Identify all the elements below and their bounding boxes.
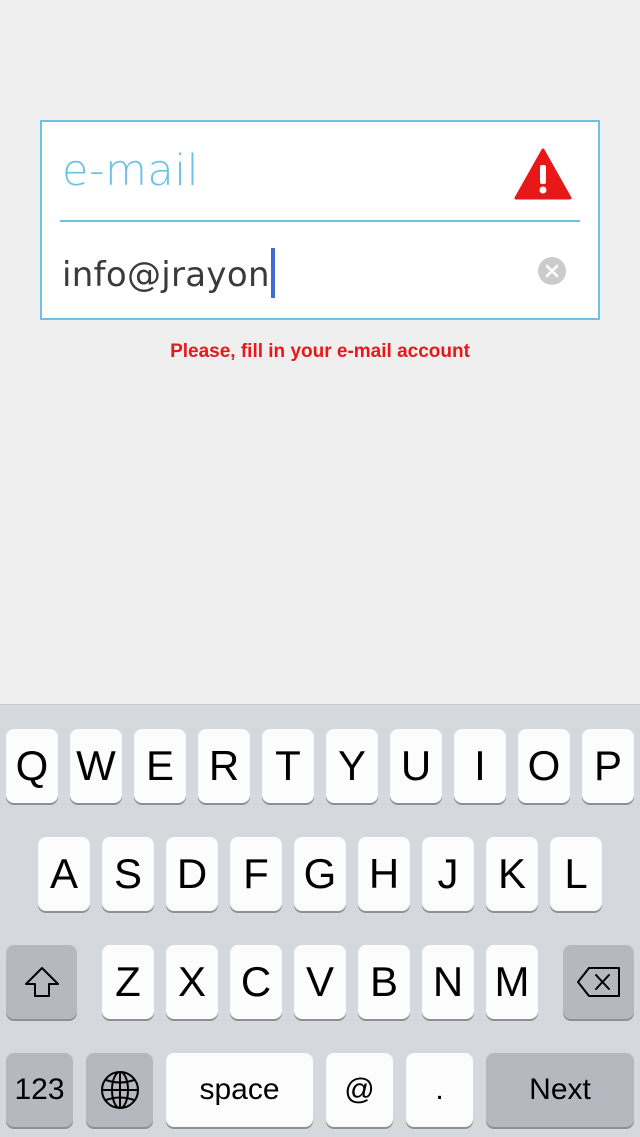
key-c[interactable]: C bbox=[230, 945, 282, 1019]
key-x[interactable]: X bbox=[166, 945, 218, 1019]
key-u[interactable]: U bbox=[390, 729, 442, 803]
email-card: e-mail info@jrayon bbox=[40, 120, 600, 320]
key-o[interactable]: O bbox=[518, 729, 570, 803]
key-z[interactable]: Z bbox=[102, 945, 154, 1019]
key-a[interactable]: A bbox=[38, 837, 90, 911]
at-key[interactable]: @ bbox=[326, 1053, 393, 1127]
keyboard: QWERTYUIOP ASDFGHJKL ZXCVBNM 123 space @… bbox=[0, 704, 640, 1137]
key-f[interactable]: F bbox=[230, 837, 282, 911]
key-l[interactable]: L bbox=[550, 837, 602, 911]
numbers-key[interactable]: 123 bbox=[6, 1053, 73, 1127]
backspace-icon bbox=[576, 967, 620, 997]
key-q[interactable]: Q bbox=[6, 729, 58, 803]
backspace-key[interactable] bbox=[563, 945, 634, 1019]
error-message: Please, fill in your e-mail account bbox=[170, 341, 470, 362]
key-v[interactable]: V bbox=[294, 945, 346, 1019]
key-i[interactable]: I bbox=[454, 729, 506, 803]
key-k[interactable]: K bbox=[486, 837, 538, 911]
globe-key[interactable] bbox=[86, 1053, 153, 1127]
key-n[interactable]: N bbox=[422, 945, 474, 1019]
key-p[interactable]: P bbox=[582, 729, 634, 803]
email-input-value: info@jrayon bbox=[62, 255, 270, 295]
next-key[interactable]: Next bbox=[486, 1053, 634, 1127]
key-h[interactable]: H bbox=[358, 837, 410, 911]
key-s[interactable]: S bbox=[102, 837, 154, 911]
key-w[interactable]: W bbox=[70, 729, 122, 803]
key-r[interactable]: R bbox=[198, 729, 250, 803]
field-header: e-mail bbox=[60, 122, 580, 222]
email-input[interactable]: info@jrayon bbox=[60, 222, 580, 318]
key-j[interactable]: J bbox=[422, 837, 474, 911]
field-title: e-mail bbox=[62, 146, 200, 196]
key-e[interactable]: E bbox=[134, 729, 186, 803]
key-t[interactable]: T bbox=[262, 729, 314, 803]
shift-icon bbox=[24, 967, 59, 997]
clear-input-button[interactable] bbox=[538, 257, 566, 285]
key-g[interactable]: G bbox=[294, 837, 346, 911]
key-b[interactable]: B bbox=[358, 945, 410, 1019]
space-key[interactable]: space bbox=[166, 1053, 313, 1127]
shift-key[interactable] bbox=[6, 945, 77, 1019]
period-key[interactable]: . bbox=[406, 1053, 473, 1127]
globe-icon bbox=[100, 1071, 139, 1109]
key-m[interactable]: M bbox=[486, 945, 538, 1019]
key-y[interactable]: Y bbox=[326, 729, 378, 803]
text-caret bbox=[270, 248, 275, 298]
key-d[interactable]: D bbox=[166, 837, 218, 911]
warning-icon bbox=[514, 148, 572, 200]
close-icon bbox=[545, 264, 559, 278]
